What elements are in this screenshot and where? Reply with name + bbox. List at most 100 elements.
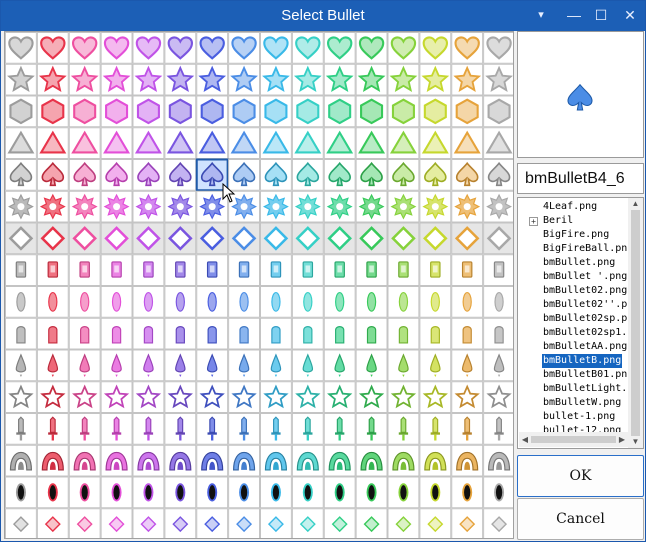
bullet-cell[interactable] (228, 127, 261, 159)
bullet-cell[interactable] (164, 159, 197, 191)
bullet-cell[interactable] (355, 476, 388, 509)
bullet-cell[interactable] (132, 476, 165, 509)
bullet-cell[interactable] (228, 381, 261, 413)
bullet-cell[interactable] (132, 413, 165, 445)
bullet-cell[interactable] (164, 476, 197, 509)
bullet-cell[interactable] (323, 63, 356, 96)
scroll-down-arrow-icon[interactable]: ▼ (628, 436, 643, 448)
bullet-cell[interactable] (164, 190, 197, 223)
bullet-cell[interactable] (451, 508, 484, 539)
bullet-cell[interactable] (323, 381, 356, 413)
bullet-cell[interactable] (132, 381, 165, 413)
bullet-cell[interactable] (291, 286, 324, 318)
bullet-cell[interactable] (323, 190, 356, 223)
bullet-cell[interactable] (291, 317, 324, 350)
bullet-cell[interactable] (483, 63, 514, 96)
maximize-button[interactable]: ☐ (589, 4, 613, 26)
scroll-up-arrow-icon[interactable]: ▲ (628, 198, 643, 210)
bullet-cell[interactable] (36, 444, 69, 477)
bullet-cell[interactable] (355, 508, 388, 539)
bullet-cell[interactable] (291, 32, 324, 64)
bullet-cell[interactable] (355, 444, 388, 477)
bullet-cell[interactable] (387, 222, 420, 255)
bullet-cell[interactable] (196, 349, 229, 382)
bullet-cell[interactable] (5, 444, 37, 477)
bullet-cell[interactable] (132, 159, 165, 191)
bullet-cell[interactable] (36, 349, 69, 382)
expand-icon[interactable]: + (529, 217, 538, 226)
bullet-cell[interactable] (68, 63, 101, 96)
cancel-button[interactable]: Cancel (517, 498, 644, 540)
bullet-cell[interactable] (355, 254, 388, 286)
bullet-cell[interactable] (100, 159, 133, 191)
bullet-cell[interactable] (68, 159, 101, 191)
tree-horizontal-scrollbar[interactable]: ◀ ▶ (519, 432, 628, 447)
bullet-cell[interactable] (323, 32, 356, 64)
bullet-cell[interactable] (164, 413, 197, 445)
bullet-cell[interactable] (323, 254, 356, 286)
bullet-cell[interactable] (68, 476, 101, 509)
bullet-cell[interactable] (355, 95, 388, 128)
bullet-cell[interactable] (451, 63, 484, 96)
bullet-cell[interactable] (36, 381, 69, 413)
bullet-cell[interactable] (355, 413, 388, 445)
bullet-cell[interactable] (68, 222, 101, 255)
bullet-cell[interactable] (451, 476, 484, 509)
bullet-cell[interactable] (260, 95, 292, 128)
bullet-cell[interactable] (68, 190, 101, 223)
minimize-button[interactable]: — (562, 4, 586, 26)
bullet-cell[interactable] (260, 190, 292, 223)
bullet-cell[interactable] (5, 317, 37, 350)
bullet-cell[interactable] (196, 508, 229, 539)
bullet-cell[interactable] (419, 95, 452, 128)
bullet-cell[interactable] (260, 381, 292, 413)
bullet-cell[interactable] (355, 286, 388, 318)
bullet-cell[interactable] (100, 127, 133, 159)
bullet-cell[interactable] (260, 159, 292, 191)
bullet-cell[interactable] (36, 159, 69, 191)
bullet-cell[interactable] (387, 159, 420, 191)
bullet-cell[interactable] (419, 32, 452, 64)
bullet-cell[interactable] (36, 127, 69, 159)
bullet-cell[interactable] (451, 95, 484, 128)
bullet-cell[interactable] (5, 508, 37, 539)
bullet-cell[interactable] (164, 127, 197, 159)
bullet-cell[interactable] (5, 254, 37, 286)
bullet-cell[interactable] (483, 349, 514, 382)
bullet-cell[interactable] (228, 413, 261, 445)
bullet-cell[interactable] (100, 444, 133, 477)
bullet-cell[interactable] (132, 508, 165, 539)
bullet-cell[interactable] (36, 508, 69, 539)
bullet-cell[interactable] (228, 63, 261, 96)
bullet-cell[interactable] (260, 127, 292, 159)
bullet-cell[interactable] (387, 349, 420, 382)
bullet-cell[interactable] (291, 63, 324, 96)
bullet-cell[interactable] (100, 317, 133, 350)
bullet-cell[interactable] (100, 508, 133, 539)
bullet-cell[interactable] (419, 159, 452, 191)
bullet-cell[interactable] (5, 286, 37, 318)
bullet-cell[interactable] (323, 349, 356, 382)
bullet-cell[interactable] (323, 222, 356, 255)
bullet-cell[interactable] (260, 476, 292, 509)
bullet-cell[interactable] (451, 32, 484, 64)
bullet-cell[interactable] (5, 349, 37, 382)
bullet-cell[interactable] (387, 254, 420, 286)
bullet-cell[interactable] (451, 159, 484, 191)
bullet-cell[interactable] (291, 381, 324, 413)
bullet-cell[interactable] (164, 222, 197, 255)
bullet-cell[interactable] (260, 254, 292, 286)
bullet-cell[interactable] (323, 476, 356, 509)
bullet-cell[interactable] (260, 349, 292, 382)
bullet-cell[interactable] (132, 95, 165, 128)
scroll-thumb[interactable] (631, 210, 640, 436)
bullet-cell[interactable] (419, 349, 452, 382)
bullet-cell[interactable] (387, 32, 420, 64)
bullet-cell[interactable] (451, 317, 484, 350)
selected-name-field[interactable]: bmBulletB4_6 (517, 163, 644, 194)
bullet-cell[interactable] (419, 317, 452, 350)
bullet-cell[interactable] (5, 159, 37, 191)
bullet-cell[interactable] (196, 63, 229, 96)
bullet-cell[interactable] (323, 159, 356, 191)
bullet-cell[interactable] (132, 63, 165, 96)
